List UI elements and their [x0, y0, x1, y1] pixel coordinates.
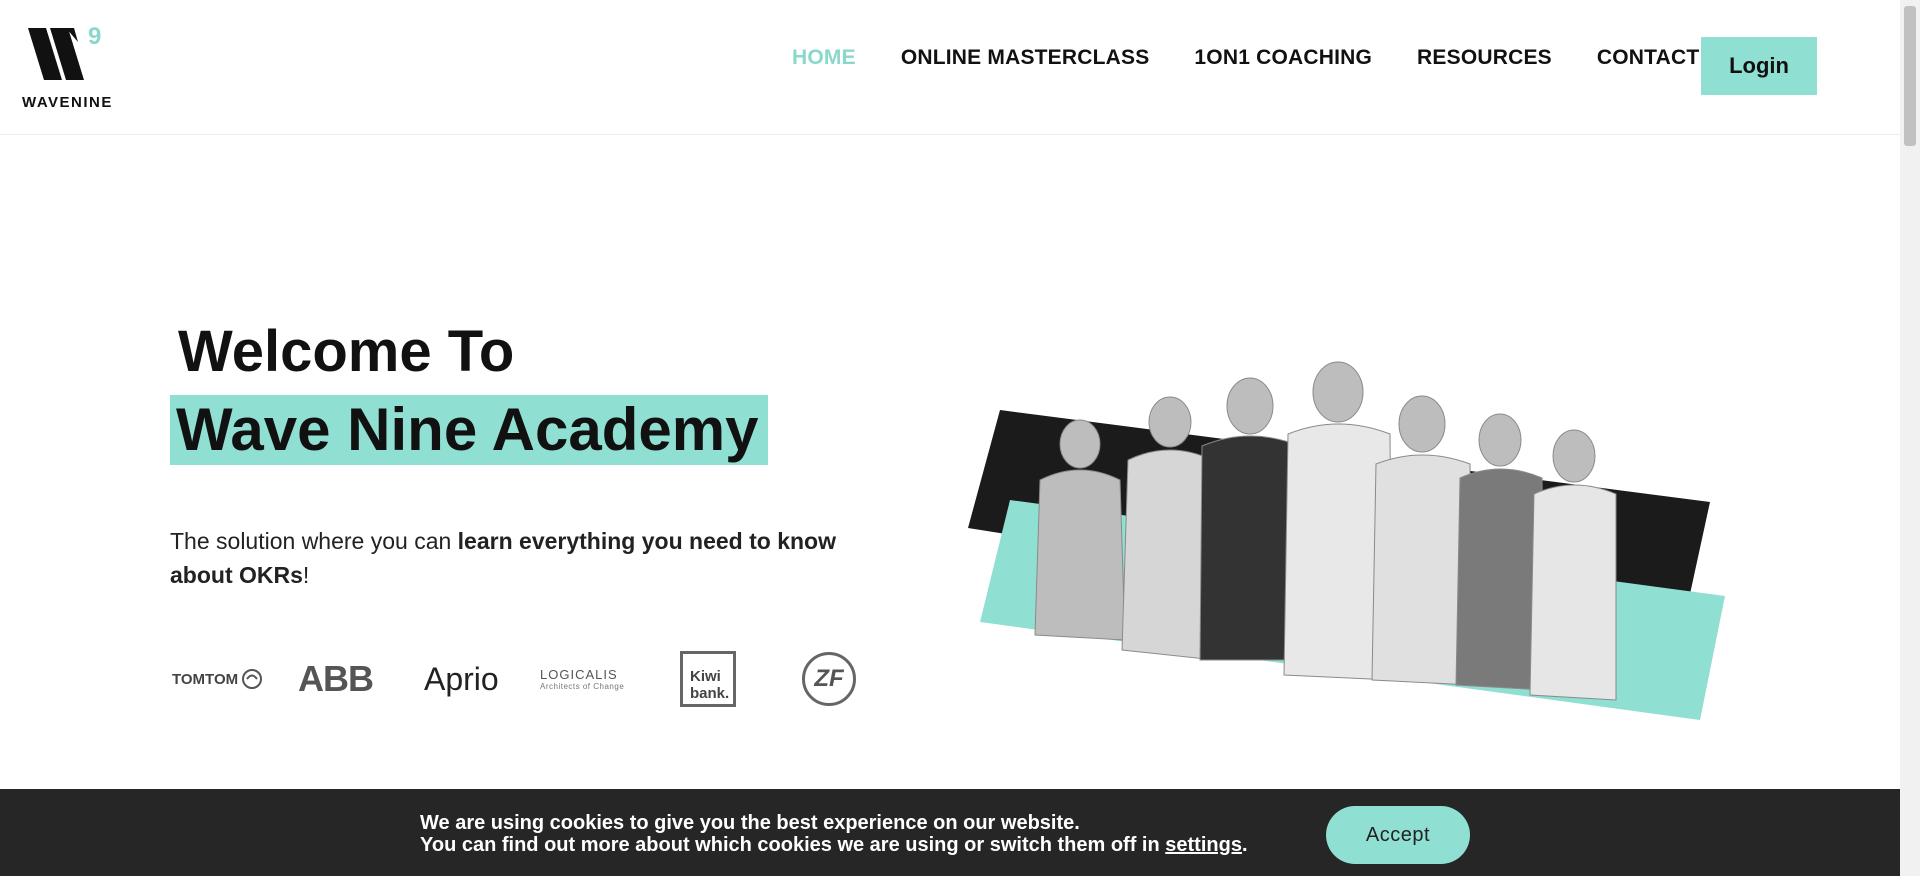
cookie-settings-link[interactable]: settings [1165, 834, 1242, 856]
client-logos: TOMTOM ABB Aprio LOGICALIS Architects of… [172, 648, 872, 710]
cookie-message: We are using cookies to give you the bes… [420, 812, 1248, 856]
hero-desc-suffix: ! [302, 562, 310, 588]
wavenine-logo-icon: 9 [28, 23, 101, 80]
zf-logo-circle: ZF [802, 652, 856, 706]
kiwibank-logo: Kiwi bank. [680, 648, 736, 710]
kiwibank-line1: Kiwi [690, 668, 721, 685]
kiwibank-line2: bank. [690, 685, 730, 702]
scrollbar-thumb[interactable] [1904, 6, 1916, 146]
main-nav: HOME ONLINE MASTERCLASS 1ON1 COACHING RE… [792, 46, 1744, 70]
hero-title-line2: Wave Nine Academy [176, 396, 759, 463]
nav-online-masterclass[interactable]: ONLINE MASTERCLASS [901, 46, 1150, 70]
tomtom-logo: TOMTOM [172, 648, 263, 710]
cookie-line2-prefix: You can find out more about which cookie… [420, 834, 1166, 856]
logicalis-logo: LOGICALIS Architects of Change [540, 648, 624, 710]
logicalis-tagline: Architects of Change [540, 682, 625, 691]
hero-title-line1: Welcome To [178, 319, 515, 384]
zf-logo: ZF [802, 648, 856, 710]
nav-contact[interactable]: CONTACT [1597, 46, 1700, 70]
tomtom-hand-icon [242, 669, 263, 689]
nav-home[interactable]: HOME [792, 46, 856, 70]
hero-desc-prefix: The solution where you can [170, 528, 458, 554]
team-photo [968, 361, 1725, 720]
hero-description: The solution where you can learn everyth… [170, 524, 890, 592]
nav-1on1-coaching[interactable]: 1ON1 COACHING [1194, 46, 1372, 70]
cookie-line1: We are using cookies to give you the bes… [420, 812, 1080, 834]
logicalis-logo-text: LOGICALIS [540, 667, 618, 682]
logo-text: WAVENINE [22, 94, 113, 111]
aprio-logo: Aprio [424, 660, 499, 697]
svg-text:9: 9 [88, 23, 101, 50]
cookie-line2-suffix: . [1241, 834, 1248, 856]
hero-title-highlight: Wave Nine Academy [170, 395, 769, 465]
cookie-line2: You can find out more about which cookie… [420, 834, 1248, 856]
wavenine-logo[interactable]: 9 WAVENINE [22, 14, 122, 114]
cookie-accept-button[interactable]: Accept [1326, 806, 1470, 864]
nav-resources[interactable]: RESOURCES [1417, 46, 1552, 70]
tomtom-logo-text: TOMTOM [172, 670, 239, 688]
cookie-banner: We are using cookies to give you the bes… [0, 789, 1900, 876]
page-scrollbar[interactable] [1900, 0, 1920, 876]
kiwibank-box: Kiwi bank. [680, 651, 736, 707]
login-button[interactable]: Login [1701, 37, 1817, 95]
abb-logo: ABB [298, 658, 374, 699]
site-header: 9 WAVENINE HOME ONLINE MASTERCLASS 1ON1 … [0, 0, 1900, 135]
